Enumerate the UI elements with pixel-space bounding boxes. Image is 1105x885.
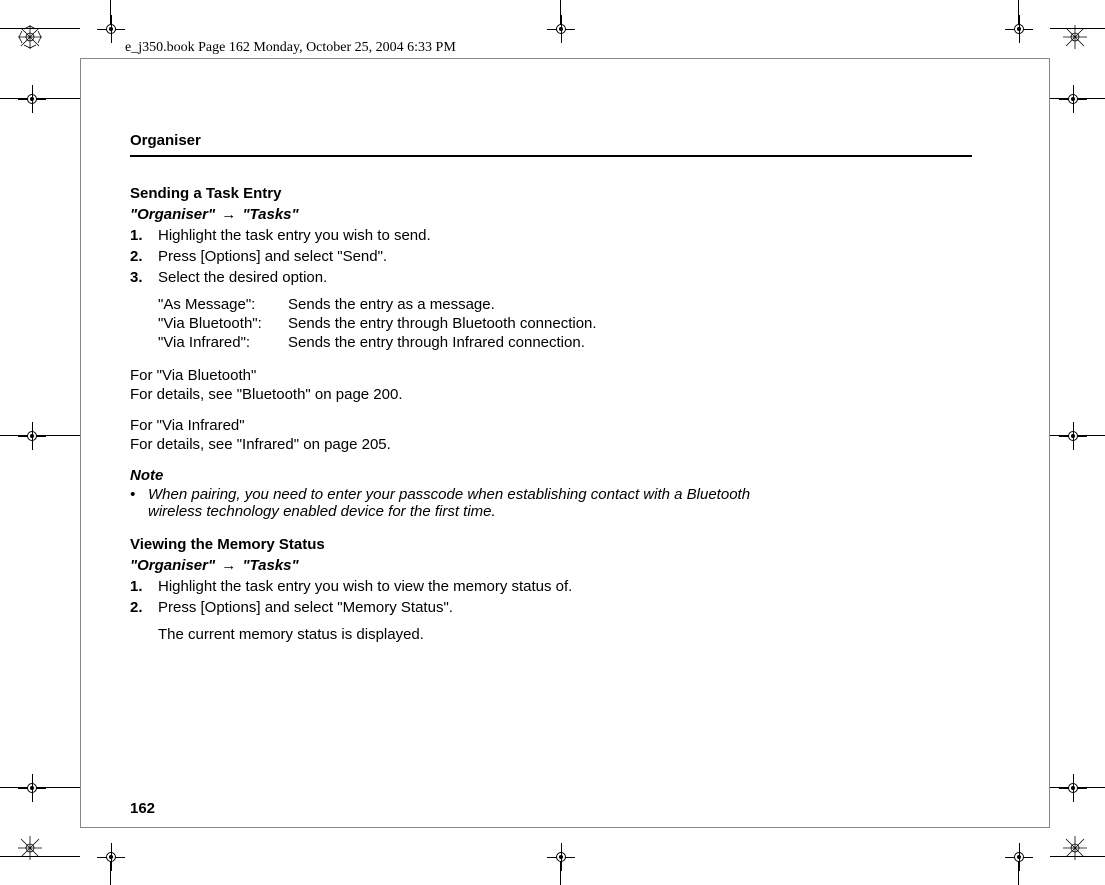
registration-mark-icon [1063,836,1087,860]
note-text: When pairing, you need to enter your pas… [148,486,778,520]
crosshair-icon [18,85,46,113]
step-text: Highlight the task entry you wish to sen… [158,227,431,244]
step-number: 1. [130,227,158,244]
step-item: 1.Highlight the task entry you wish to v… [130,578,970,595]
crosshair-icon [97,15,125,43]
crosshair-icon [18,422,46,450]
registration-mark-icon [18,836,42,860]
page-frame [80,827,1050,828]
option-key: "As Message": [158,296,288,313]
menu-path: "Organiser" → "Tasks" [130,557,970,574]
step-item: 3.Select the desired option. [130,269,970,286]
document-content: Organiser Sending a Task Entry "Organise… [130,132,970,643]
breadcrumb-item: "Organiser" [130,206,215,223]
step-item: 2.Press [Options] and select "Memory Sta… [130,599,970,616]
page-number: 162 [130,800,155,817]
steps-list: 1.Highlight the task entry you wish to v… [130,578,970,616]
step-number: 2. [130,248,158,265]
option-desc: Sends the entry through Infrared connect… [288,334,585,351]
page-frame [80,58,1050,59]
page-frame [1049,58,1050,827]
step-number: 3. [130,269,158,286]
arrow-icon: → [219,557,238,574]
crosshair-icon [547,15,575,43]
option-key: "Via Bluetooth": [158,315,288,332]
registration-mark-icon [1063,25,1087,49]
option-row: "Via Bluetooth":Sends the entry through … [158,315,970,332]
bullet-icon: • [130,486,148,520]
step-number: 2. [130,599,158,616]
breadcrumb-item: "Tasks" [242,557,298,574]
step-text: Press [Options] and select "Send". [158,248,387,265]
note-body: • When pairing, you need to enter your p… [130,486,970,520]
chapter-title: Organiser [130,132,970,149]
page-frame [80,58,81,827]
option-desc: Sends the entry through Bluetooth connec… [288,315,597,332]
result-text: The current memory status is displayed. [158,626,970,643]
sub-heading: For "Via Infrared" [130,417,970,434]
crosshair-icon [1059,422,1087,450]
step-text: Press [Options] and select "Memory Statu… [158,599,453,616]
horizontal-rule [130,155,972,157]
steps-list: 1.Highlight the task entry you wish to s… [130,227,970,286]
menu-path: "Organiser" → "Tasks" [130,206,970,223]
sub-text: For details, see "Infrared" on page 205. [130,436,970,453]
step-item: 1.Highlight the task entry you wish to s… [130,227,970,244]
registration-mark-icon [18,25,42,49]
option-row: "As Message":Sends the entry as a messag… [158,296,970,313]
options-table: "As Message":Sends the entry as a messag… [158,296,970,351]
crosshair-icon [547,843,575,871]
option-desc: Sends the entry as a message. [288,296,495,313]
step-number: 1. [130,578,158,595]
breadcrumb-item: "Organiser" [130,557,215,574]
breadcrumb-item: "Tasks" [242,206,298,223]
note-label: Note [130,467,970,484]
crosshair-icon [1059,85,1087,113]
sub-text: For details, see "Bluetooth" on page 200… [130,386,970,403]
step-item: 2.Press [Options] and select "Send". [130,248,970,265]
option-key: "Via Infrared": [158,334,288,351]
section-heading: Viewing the Memory Status [130,536,970,553]
crosshair-icon [1005,15,1033,43]
crosshair-icon [1005,843,1033,871]
page-header-info: e_j350.book Page 162 Monday, October 25,… [125,40,456,56]
step-text: Select the desired option. [158,269,327,286]
step-text: Highlight the task entry you wish to vie… [158,578,572,595]
section-heading: Sending a Task Entry [130,185,970,202]
crosshair-icon [1059,774,1087,802]
sub-heading: For "Via Bluetooth" [130,367,970,384]
option-row: "Via Infrared":Sends the entry through I… [158,334,970,351]
arrow-icon: → [219,206,238,223]
crosshair-icon [97,843,125,871]
crosshair-icon [18,774,46,802]
